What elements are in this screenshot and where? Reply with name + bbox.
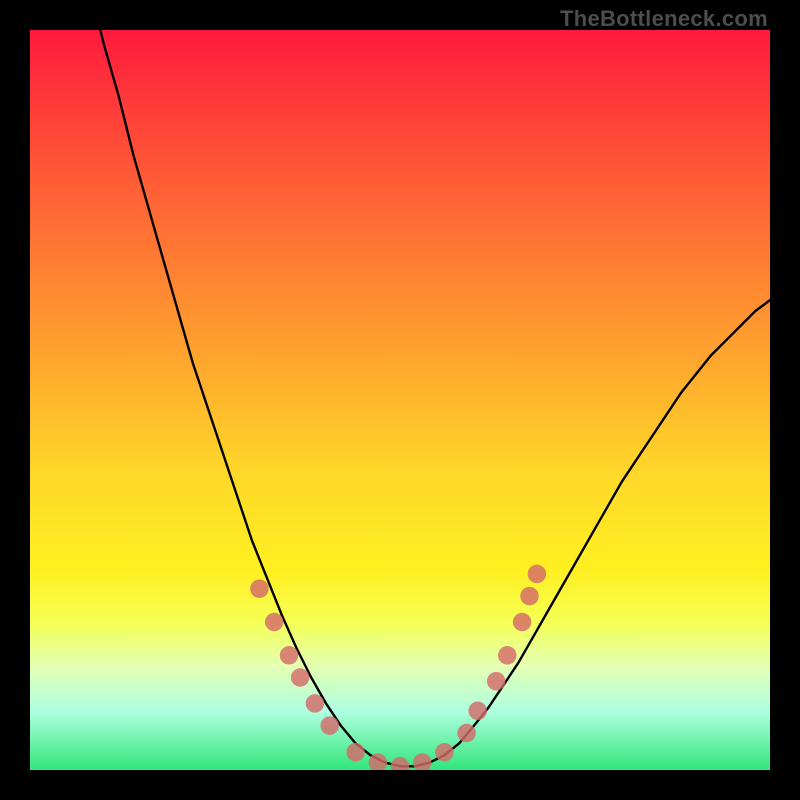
curve-marker-dot xyxy=(498,646,517,665)
curve-marker-dot xyxy=(265,613,284,632)
curve-marker-dot xyxy=(280,646,299,665)
curve-marker-dot xyxy=(320,716,339,735)
outer-frame: TheBottleneck.com xyxy=(0,0,800,800)
curve-marker-dot xyxy=(468,702,487,721)
curve-marker-dot xyxy=(487,672,506,691)
curve-marker-dot xyxy=(306,694,325,713)
curve-marker-dot xyxy=(513,613,532,632)
dots-svg xyxy=(30,30,770,770)
plot-area xyxy=(30,30,770,770)
curve-marker-dot xyxy=(391,757,410,770)
watermark-text: TheBottleneck.com xyxy=(560,6,768,32)
curve-marker-dot xyxy=(435,743,454,762)
curve-marker-dot xyxy=(291,668,310,687)
curve-marker-dot xyxy=(520,587,539,606)
curve-marker-dot xyxy=(528,565,547,584)
curve-marker-dot xyxy=(346,743,365,762)
curve-marker-dot xyxy=(369,753,388,770)
curve-marker-dot xyxy=(413,753,432,770)
curve-marker-dot xyxy=(250,579,269,598)
curve-marker-dot xyxy=(457,724,476,743)
